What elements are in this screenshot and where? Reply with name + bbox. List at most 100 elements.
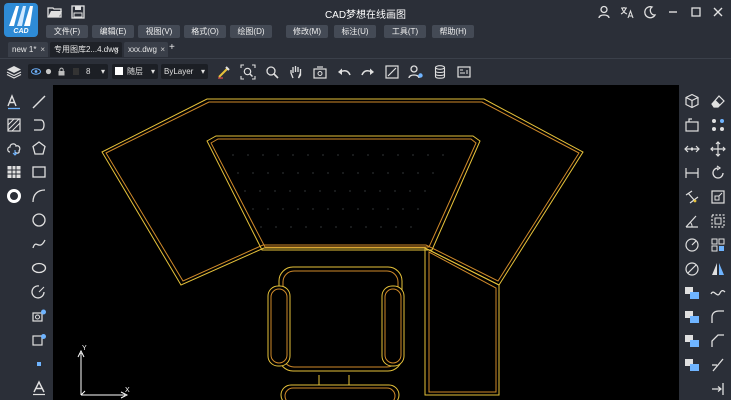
export-image-icon[interactable] [456,64,472,80]
polyline-tool-icon[interactable] [31,117,47,133]
3d-box-icon[interactable] [684,93,700,109]
tab-close-icon[interactable]: × [40,42,45,57]
trim-icon[interactable] [710,357,726,373]
scale-icon[interactable] [710,189,726,205]
app-logo[interactable]: CAD [4,3,38,37]
grid-array-icon[interactable] [710,237,726,253]
maximize-icon[interactable] [688,4,704,20]
panel-dot-grid [232,154,444,228]
hatch-tool-icon[interactable] [6,117,22,133]
color-dropdown[interactable]: ByLayer ▾ [161,64,208,79]
diameter-dimension-icon[interactable] [684,261,700,277]
menu-file[interactable]: 文件(F) [46,25,88,38]
zoom-extents-icon[interactable] [240,64,256,80]
menu-view[interactable]: 视图(V) [138,25,180,38]
text-edit-icon[interactable] [6,94,22,110]
lineweight-swatch [72,64,80,79]
ellipse-arc-tool-icon[interactable] [31,284,47,300]
eraser-icon[interactable] [710,93,726,109]
layer-state-dropdown[interactable]: 8 ▾ [28,64,108,79]
menu-edit[interactable]: 编辑(E) [92,25,134,38]
menu-help[interactable]: 帮助(H) [432,25,474,38]
donut-tool-icon[interactable] [6,188,22,204]
fillet-icon[interactable] [710,309,726,325]
chevron-down-icon: ▾ [100,67,105,76]
color-value: ByLayer [164,67,194,76]
chamfer-icon[interactable] [710,333,726,349]
menu-dimension[interactable]: 标注(U) [334,25,376,38]
menu-format[interactable]: 格式(O) [184,25,226,38]
lineweight-value: 8 [86,67,91,76]
sun-icon [45,68,52,75]
layer-isolate-icon[interactable] [684,357,700,373]
menu-modify[interactable]: 修改(M) [286,25,328,38]
tab-label: new 1* [12,45,37,54]
measure-icon[interactable] [384,64,400,80]
mirror-box-icon[interactable] [710,213,726,229]
drawing-canvas[interactable]: Y X [53,85,679,400]
spline-tool-icon[interactable] [31,236,47,252]
database-icon[interactable] [432,64,448,80]
revision-cloud-icon[interactable] [6,140,22,156]
ucs-axis-icon: Y X [73,345,133,399]
rotate-icon[interactable] [710,165,726,181]
zoom-window-icon[interactable] [264,64,280,80]
x-axis-label: X [125,387,130,394]
chevron-down-icon: ▾ [150,67,155,76]
circle-tool-icon[interactable] [31,212,47,228]
break-wave-icon[interactable] [710,285,726,301]
pan-hand-icon[interactable] [288,64,304,80]
tab-label: xxx.dwg [128,45,157,54]
tab-new-1[interactable]: new 1* × [8,42,48,57]
rectangle-tool-icon[interactable] [31,164,47,180]
point-tool-icon[interactable] [31,356,47,372]
tab-xxx-dwg[interactable]: xxx.dwg × [124,42,168,57]
zoom-previous-icon[interactable] [312,64,328,80]
lock-icon [58,67,65,76]
tab-close-icon[interactable]: × [114,42,119,57]
linear-dimension-icon[interactable] [684,165,700,181]
layer-move-icon[interactable] [684,309,700,325]
menu-tools[interactable]: 工具(T) [384,25,426,38]
cad-drawing [101,98,584,400]
angular-dimension-icon[interactable] [684,213,700,229]
minimize-icon[interactable] [665,4,681,20]
multiline-text-icon[interactable] [31,380,47,396]
user-settings-icon[interactable] [408,64,424,80]
right-tool-palette [679,85,731,400]
create-block-icon[interactable] [31,332,47,348]
match-properties-brush-icon[interactable] [216,64,232,80]
stretch-icon[interactable] [684,141,700,157]
tab-label: 专用图库2...4.dwg [54,45,119,54]
tab-close-icon[interactable]: × [160,42,165,57]
extend-icon[interactable] [710,381,726,397]
copy-object-icon[interactable] [684,117,700,133]
move-icon[interactable] [710,141,726,157]
layer-dropdown[interactable]: 随层 ▾ [112,64,158,79]
add-tab-button[interactable]: + [169,42,175,53]
undo-arrow-icon[interactable] [336,64,352,80]
layer-copy-icon[interactable] [684,285,700,301]
user-icon[interactable] [596,4,612,20]
layers-icon[interactable] [6,64,22,80]
insert-block-icon[interactable] [31,308,47,324]
line-tool-icon[interactable] [31,94,47,110]
arc-tool-icon[interactable] [31,188,47,204]
polygon-tool-icon[interactable] [31,140,47,156]
radius-dimension-icon[interactable] [684,237,700,253]
close-window-icon[interactable] [710,4,726,20]
tab-library-dwg[interactable]: 专用图库2...4.dwg × [50,42,122,57]
array-icon[interactable] [710,117,726,133]
menu-draw[interactable]: 绘图(D) [230,25,272,38]
table-tool-icon[interactable] [6,164,22,180]
logo-mark-icon [9,6,33,26]
theme-moon-icon[interactable] [642,4,658,20]
ellipse-tool-icon[interactable] [31,260,47,276]
mirror-icon[interactable] [710,261,726,277]
menu-bar: 文件(F) 编辑(E) 视图(V) 格式(O) 绘图(D) 修改(M) 标注(U… [0,24,731,40]
layer-merge-icon[interactable] [684,333,700,349]
translate-icon[interactable] [619,4,635,20]
layer-name: 随层 [127,67,143,76]
aligned-dimension-icon[interactable] [684,189,700,205]
redo-arrow-icon[interactable] [360,64,376,80]
